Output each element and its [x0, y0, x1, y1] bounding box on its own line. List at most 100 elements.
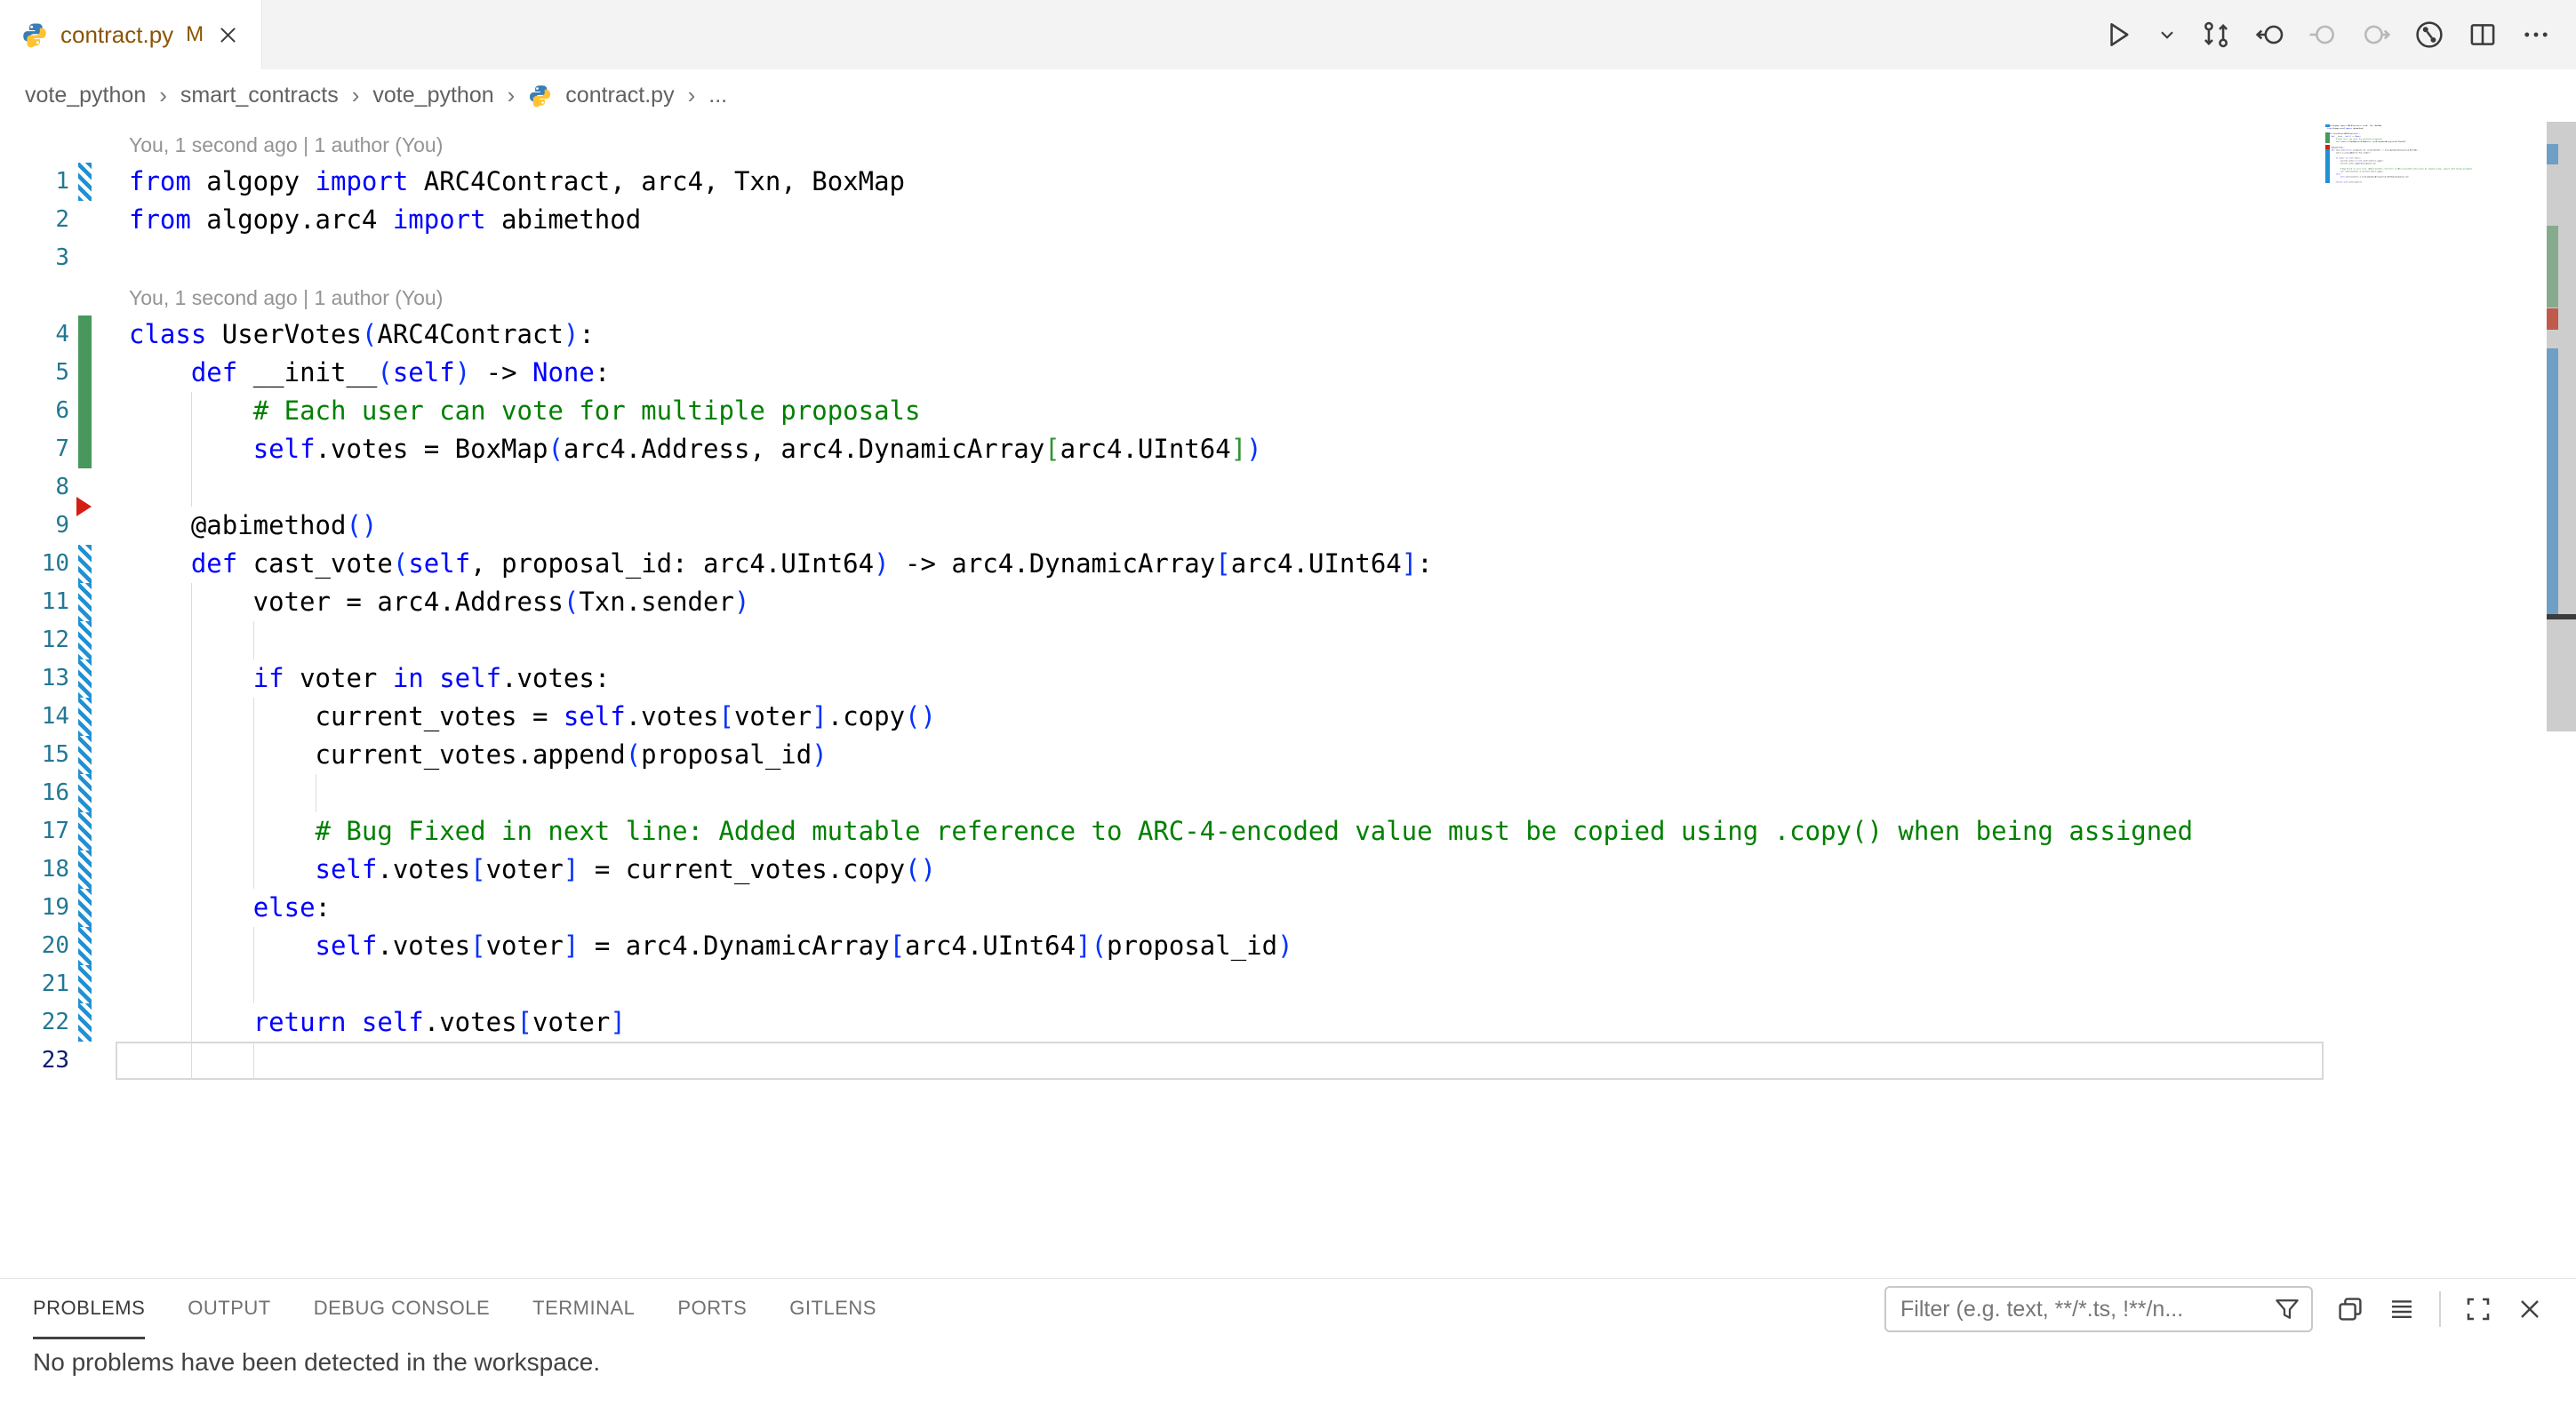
gutter-modified-indicator[interactable] [78, 583, 92, 621]
code-line[interactable]: from algopy.arc4 import abimethod [129, 201, 641, 239]
line-number[interactable]: 17 [0, 812, 69, 851]
code-line[interactable]: self.votes[voter] = arc4.DynamicArray[ar… [129, 927, 1293, 965]
code-line[interactable]: self.votes[voter] = current_votes.copy() [129, 851, 936, 889]
indent-guide [191, 1042, 193, 1080]
filter-funnel-icon[interactable] [2274, 1296, 2300, 1322]
code-line[interactable]: else: [129, 889, 331, 927]
line-number[interactable]: 18 [0, 851, 69, 889]
problems-filter-input[interactable] [1900, 1297, 2267, 1322]
line-number[interactable]: 7 [0, 430, 69, 468]
code-line[interactable]: class UserVotes(ARC4Contract): [129, 316, 595, 354]
breadcrumb-separator: › [688, 82, 696, 109]
maximize-panel-button[interactable] [2464, 1295, 2492, 1323]
line-number[interactable]: 1 [0, 163, 69, 201]
code-line[interactable]: @abimethod() [129, 507, 377, 545]
panel-tab-problems[interactable]: PROBLEMS [33, 1279, 145, 1339]
line-number[interactable]: 5 [0, 354, 69, 392]
gutter-modified-indicator[interactable] [78, 812, 92, 851]
code-line[interactable]: self.votes = BoxMap(arc4.Address, arc4.D… [129, 430, 1262, 468]
line-number[interactable]: 11 [0, 583, 69, 621]
blame-annotation[interactable]: You, 1 second ago | 1 author (You) [129, 281, 443, 316]
gutter-added-indicator[interactable] [78, 316, 92, 354]
indent-guide [191, 774, 193, 812]
gutter-added-indicator[interactable] [78, 430, 92, 468]
gutter-modified-indicator[interactable] [78, 965, 92, 1003]
open-changes-button[interactable] [2201, 20, 2231, 50]
breadcrumb-item[interactable]: smart_contracts [180, 83, 339, 108]
view-as-table-button[interactable] [2388, 1295, 2416, 1323]
code-line[interactable]: def cast_vote(self, proposal_id: arc4.UI… [129, 545, 1433, 583]
panel-tab-ports[interactable]: PORTS [677, 1279, 747, 1339]
code-row: 16 [0, 774, 2576, 812]
line-number[interactable]: 10 [0, 545, 69, 583]
blame-annotation[interactable]: You, 1 second ago | 1 author (You) [129, 128, 443, 163]
close-tab-icon[interactable] [216, 23, 240, 47]
line-number[interactable]: 14 [0, 698, 69, 736]
panel-tab-terminal[interactable]: TERMINAL [532, 1279, 635, 1339]
panel-tab-gitlens[interactable]: GITLENS [789, 1279, 876, 1339]
gutter-modified-indicator[interactable] [78, 659, 92, 698]
code-line[interactable]: if voter in self.votes: [129, 659, 610, 698]
code-row: 19 else: [0, 889, 2576, 927]
code-line[interactable]: # Each user can vote for multiple propos… [129, 392, 920, 430]
breadcrumb-item[interactable]: contract.py [565, 83, 674, 108]
breadcrumb-item[interactable]: vote_python [372, 83, 493, 108]
code-line[interactable]: current_votes = self.votes[voter].copy() [129, 698, 936, 736]
close-icon [2516, 1295, 2544, 1323]
open-previous-change-button[interactable] [2254, 20, 2284, 50]
line-number[interactable]: 13 [0, 659, 69, 698]
line-number[interactable]: 9 [0, 507, 69, 545]
commit-graph-button[interactable] [2414, 20, 2444, 50]
run-dropdown-button[interactable] [2156, 24, 2178, 45]
line-number[interactable]: 3 [0, 239, 69, 277]
line-number[interactable]: 22 [0, 1003, 69, 1042]
line-number[interactable]: 12 [0, 621, 69, 659]
line-number[interactable]: 8 [0, 468, 69, 507]
gutter-modified-indicator[interactable] [78, 621, 92, 659]
line-number[interactable]: 19 [0, 889, 69, 927]
line-number[interactable]: 21 [0, 965, 69, 1003]
ruler-modified-mark [2547, 348, 2558, 614]
run-python-file-button[interactable] [2103, 20, 2133, 50]
ruler-deleted-mark [2547, 308, 2558, 330]
code-line[interactable]: # Bug Fixed in next line: Added mutable … [129, 812, 2193, 851]
code-row: 4 class UserVotes(ARC4Contract): [0, 316, 2576, 354]
breadcrumb-item[interactable]: vote_python [25, 83, 146, 108]
previous-change-button [2308, 20, 2338, 50]
gutter-modified-indicator[interactable] [78, 698, 92, 736]
gutter-deleted-indicator[interactable] [76, 497, 92, 516]
gutter-added-indicator[interactable] [78, 354, 92, 392]
line-number[interactable]: 20 [0, 927, 69, 965]
line-number[interactable]: 2 [0, 201, 69, 239]
gutter-modified-indicator[interactable] [78, 736, 92, 774]
line-number[interactable]: 23 [0, 1042, 69, 1080]
gutter-modified-indicator[interactable] [78, 774, 92, 812]
gutter-modified-indicator[interactable] [78, 927, 92, 965]
line-number[interactable]: 16 [0, 774, 69, 812]
gutter-modified-indicator[interactable] [78, 163, 92, 201]
tab-contract-py[interactable]: contract.py M [0, 0, 262, 69]
tab-bar: contract.py M [0, 0, 2576, 69]
code-line[interactable]: voter = arc4.Address(Txn.sender) [129, 583, 749, 621]
close-panel-button[interactable] [2516, 1295, 2544, 1323]
gutter-modified-indicator[interactable] [78, 545, 92, 583]
line-number[interactable]: 15 [0, 736, 69, 774]
code-line[interactable]: current_votes.append(proposal_id) [129, 736, 828, 774]
gutter-modified-indicator[interactable] [78, 1003, 92, 1042]
panel-tab-debug-console[interactable]: DEBUG CONSOLE [314, 1279, 490, 1339]
line-number[interactable]: 6 [0, 392, 69, 430]
panel-tab-output[interactable]: OUTPUT [188, 1279, 270, 1339]
code-line[interactable]: return self.votes[voter] [129, 1003, 626, 1042]
breadcrumb-item[interactable]: ... [708, 83, 727, 108]
minimap[interactable]: from algopy import ARC4Contract, arc4, T… [2327, 124, 2546, 293]
line-number[interactable]: 4 [0, 316, 69, 354]
gutter-modified-indicator[interactable] [78, 851, 92, 889]
split-editor-button[interactable] [2468, 20, 2498, 50]
gutter-added-indicator[interactable] [78, 392, 92, 430]
gutter-modified-indicator[interactable] [78, 889, 92, 927]
split-editor-icon [2468, 20, 2498, 50]
code-line[interactable]: def __init__(self) -> None: [129, 354, 610, 392]
collapse-all-button[interactable] [2336, 1295, 2364, 1323]
code-line[interactable]: from algopy import ARC4Contract, arc4, T… [129, 163, 905, 201]
indent-guide [191, 965, 193, 1003]
